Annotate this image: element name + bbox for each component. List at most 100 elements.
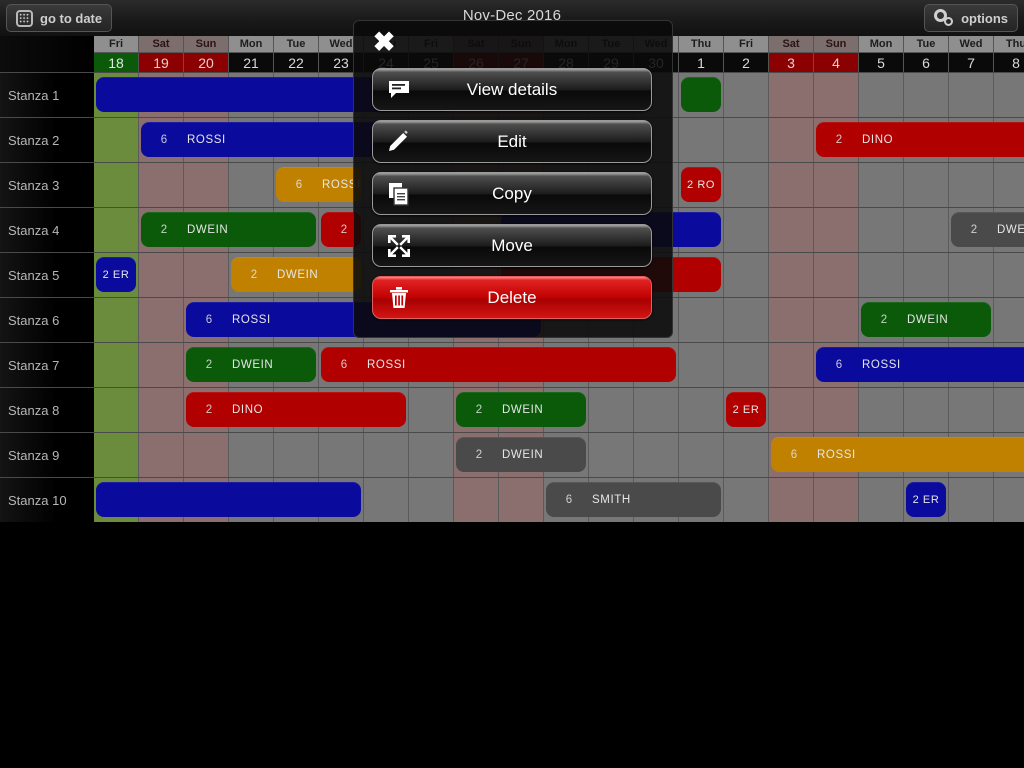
booking-pax: 2	[205, 403, 213, 416]
booking-bar[interactable]	[96, 482, 361, 517]
booking-bar[interactable]: 2 DWEIN	[231, 257, 361, 292]
room-name: Stanza 5	[8, 267, 60, 283]
booking-bar[interactable]: 6 ROSSI	[276, 167, 361, 202]
options-label: options	[961, 10, 1008, 26]
menu-item-delete[interactable]: Delete	[372, 276, 652, 319]
room-label-column: Stanza 1 Stanza 2 Stanza 3 Stanza 4 Stanza 5…	[0, 72, 94, 522]
day-of-week-label: Sun	[184, 36, 229, 53]
menu-item-label: Copy	[492, 183, 532, 203]
copy-icon	[385, 173, 413, 214]
day-number-label: 6	[904, 53, 949, 72]
day-header-1[interactable]: Thu 1	[679, 36, 724, 72]
booking-bar[interactable]: 6 ROSSI	[771, 437, 1024, 472]
booking-pax: 2	[250, 268, 258, 281]
room-label-6[interactable]: Stanza 6	[0, 297, 94, 342]
day-of-week-label: Mon	[859, 36, 904, 53]
room-label-9[interactable]: Stanza 9	[0, 432, 94, 477]
room-label-1[interactable]: Stanza 1	[0, 72, 94, 117]
room-label-3[interactable]: Stanza 3	[0, 162, 94, 207]
day-header-7[interactable]: Wed 7	[949, 36, 994, 72]
menu-item-label: Move	[491, 235, 533, 255]
booking-guest-name: DWEIN	[187, 223, 229, 236]
calendar-corner	[0, 36, 94, 72]
booking-bar[interactable]: 2 ER	[726, 392, 766, 427]
gear-icon	[934, 9, 954, 27]
booking-pax: 2	[970, 223, 978, 236]
booking-bar[interactable]: 2 RO	[681, 167, 721, 202]
booking-guest-name: ROSSI	[862, 358, 901, 371]
room-label-2[interactable]: Stanza 2	[0, 117, 94, 162]
day-header-6[interactable]: Tue 6	[904, 36, 949, 72]
day-of-week-label: Fri	[94, 36, 139, 53]
booking-pax: 2	[475, 403, 483, 416]
booking-bar[interactable]: 2 DWEIN	[456, 437, 586, 472]
booking-pax: 6	[790, 448, 798, 461]
booking-bar[interactable]: 6 ROSSI	[321, 347, 676, 382]
room-label-7[interactable]: Stanza 7	[0, 342, 94, 387]
day-header-2[interactable]: Fri 2	[724, 36, 769, 72]
day-number-label: 7	[949, 53, 994, 72]
grid-row-divider	[94, 342, 1024, 343]
booking-bar[interactable]: 2 DWEIN	[141, 212, 316, 247]
day-header-22[interactable]: Tue 22	[274, 36, 319, 72]
booking-guest-name: DWEIN	[232, 358, 274, 371]
booking-pax: 6	[295, 178, 303, 191]
booking-guest-name: ROSSI	[232, 313, 271, 326]
booking-bar[interactable]: 2 DWEIN	[186, 347, 316, 382]
booking-bar[interactable]: 2 DWEIN	[861, 302, 991, 337]
booking-guest-name: SMITH	[592, 493, 631, 506]
booking-pax: 2	[835, 133, 843, 146]
booking-bar[interactable]	[681, 77, 721, 112]
day-number-label: 5	[859, 53, 904, 72]
booking-pax: 2	[205, 358, 213, 371]
room-name: Stanza 6	[8, 312, 60, 328]
booking-bar[interactable]: 2 DINO	[186, 392, 406, 427]
booking-bar[interactable]: 6 ROSSI	[816, 347, 1024, 382]
day-header-8[interactable]: Thu 8	[994, 36, 1024, 72]
menu-item-copy[interactable]: Copy	[372, 172, 652, 215]
room-name: Stanza 8	[8, 402, 60, 418]
close-icon[interactable]: ✖	[370, 28, 398, 56]
booking-bar[interactable]: 2 ER	[96, 257, 136, 292]
day-of-week-label: Mon	[229, 36, 274, 53]
day-of-week-label: Tue	[904, 36, 949, 53]
day-header-3[interactable]: Sat 3	[769, 36, 814, 72]
pencil-icon	[385, 121, 413, 162]
move-arrows-icon	[385, 225, 413, 266]
day-of-week-label: Thu	[679, 36, 724, 53]
day-of-week-label: Tue	[274, 36, 319, 53]
menu-item-label: View details	[466, 79, 558, 99]
menu-item-view-details[interactable]: View details	[372, 68, 652, 111]
booking-bar[interactable]: 2 DWEIN	[456, 392, 586, 427]
room-label-8[interactable]: Stanza 8	[0, 387, 94, 432]
room-label-10[interactable]: Stanza 10	[0, 477, 94, 522]
booking-guest-name: DINO	[232, 403, 264, 416]
booking-pax: 6	[340, 358, 348, 371]
room-name: Stanza 7	[8, 357, 60, 373]
booking-bar[interactable]: 6 SMITH	[546, 482, 721, 517]
booking-bar[interactable]: 2 DWEIN	[951, 212, 1024, 247]
booking-bar[interactable]: 2 ER	[906, 482, 946, 517]
day-header-4[interactable]: Sun 4	[814, 36, 859, 72]
day-header-18[interactable]: Fri 18	[94, 36, 139, 72]
booking-bar[interactable]: 2 DINO	[816, 122, 1024, 157]
day-header-21[interactable]: Mon 21	[229, 36, 274, 72]
app-root: go to date Nov-Dec 2016 options Fri 18 Sat…	[0, 0, 1024, 768]
booking-guest-name: 2 RO	[686, 178, 716, 191]
options-button[interactable]: options	[924, 4, 1018, 32]
room-name: Stanza 2	[8, 132, 60, 148]
day-of-week-label: Thu	[994, 36, 1024, 53]
booking-guest-name: ROSSI	[187, 133, 226, 146]
day-header-19[interactable]: Sat 19	[139, 36, 184, 72]
room-label-5[interactable]: Stanza 5	[0, 252, 94, 297]
grid-row-divider	[94, 387, 1024, 388]
booking-guest-name: DWEIN	[907, 313, 949, 326]
booking-guest-name: ROSSI	[817, 448, 856, 461]
day-header-20[interactable]: Sun 20	[184, 36, 229, 72]
booking-guest-name: ROSSI	[367, 358, 406, 371]
booking-pax: 2	[475, 448, 483, 461]
menu-item-edit[interactable]: Edit	[372, 120, 652, 163]
day-header-5[interactable]: Mon 5	[859, 36, 904, 72]
room-label-4[interactable]: Stanza 4	[0, 207, 94, 252]
menu-item-move[interactable]: Move	[372, 224, 652, 267]
